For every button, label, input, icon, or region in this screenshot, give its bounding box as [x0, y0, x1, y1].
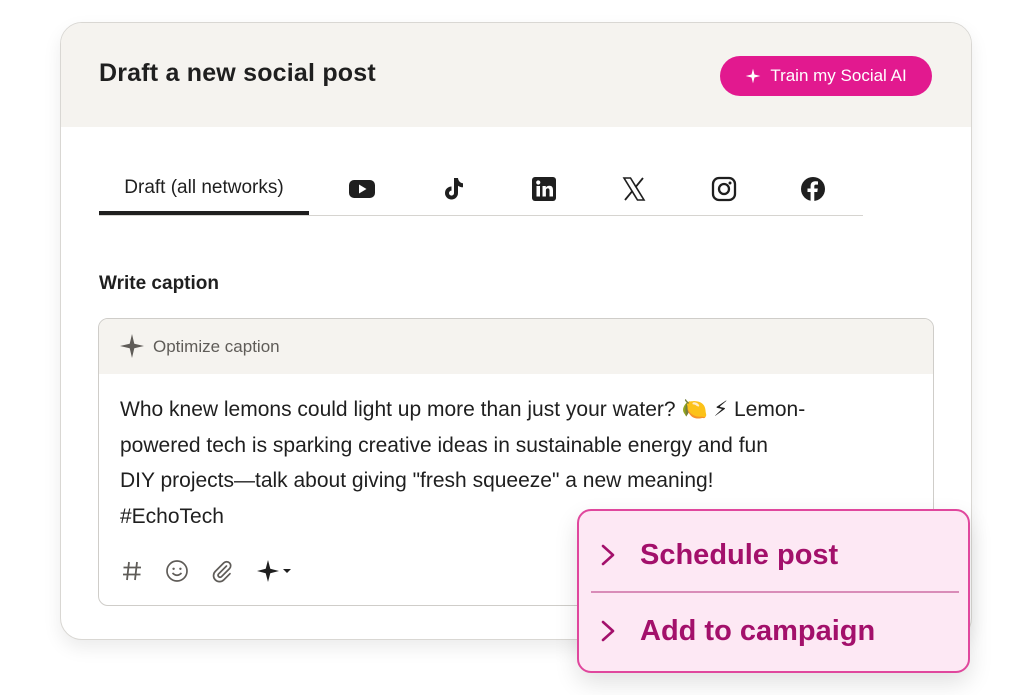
- youtube-icon: [349, 180, 375, 198]
- schedule-post-menu-item[interactable]: Schedule post: [579, 519, 968, 591]
- optimize-caption-label: Optimize caption: [153, 337, 280, 356]
- tab-youtube[interactable]: [345, 165, 379, 213]
- emoji-icon: [166, 560, 188, 582]
- tab-linkedin[interactable]: [527, 165, 561, 213]
- ai-assist-dropdown[interactable]: [254, 558, 294, 584]
- linkedin-icon: [532, 177, 556, 201]
- train-social-ai-button[interactable]: Train my Social AI: [720, 56, 932, 96]
- instagram-icon: [711, 176, 737, 202]
- train-button-label: Train my Social AI: [770, 66, 907, 85]
- caret-down-icon: [283, 569, 291, 573]
- tab-tiktok[interactable]: [436, 165, 470, 213]
- network-tabs: Draft (all networks): [99, 165, 863, 216]
- facebook-icon: [801, 177, 825, 201]
- optimize-caption-bar[interactable]: Optimize caption: [99, 319, 933, 374]
- caption-line: DIY projects—talk about giving "fresh sq…: [120, 469, 714, 492]
- tab-draft-label: Draft (all networks): [124, 177, 284, 198]
- post-actions-menu: Schedule post Add to campaign: [577, 509, 970, 673]
- sparkle-icon: [120, 334, 144, 358]
- hashtag-button[interactable]: [119, 558, 145, 584]
- write-caption-label: Write caption: [99, 273, 219, 294]
- tab-instagram[interactable]: [707, 165, 741, 213]
- tiktok-icon: [445, 178, 463, 200]
- sparkle-icon: [745, 68, 761, 84]
- page-title: Draft a new social post: [99, 59, 376, 87]
- tab-x[interactable]: [617, 165, 651, 213]
- chevron-right-icon: [601, 544, 615, 566]
- add-to-campaign-menu-item[interactable]: Add to campaign: [579, 595, 968, 667]
- hashtag-icon: [123, 561, 141, 581]
- attachment-button[interactable]: [209, 558, 235, 584]
- caption-toolbar: [119, 555, 313, 587]
- x-icon: [622, 177, 646, 201]
- attachment-icon: [212, 560, 232, 583]
- emoji-button[interactable]: [164, 558, 190, 584]
- chevron-right-icon: [601, 620, 615, 642]
- caption-line: powered tech is sparking creative ideas …: [120, 433, 768, 457]
- add-to-campaign-label: Add to campaign: [640, 614, 876, 647]
- ai-sparkle-icon: [257, 560, 279, 582]
- card-header: Draft a new social post Train my Social …: [61, 23, 971, 127]
- tab-draft-all-networks[interactable]: Draft (all networks): [99, 165, 309, 215]
- caption-line: Who knew lemons could light up more than…: [120, 398, 806, 421]
- schedule-post-label: Schedule post: [640, 538, 839, 571]
- menu-divider: [591, 591, 959, 593]
- tab-facebook[interactable]: [796, 165, 830, 213]
